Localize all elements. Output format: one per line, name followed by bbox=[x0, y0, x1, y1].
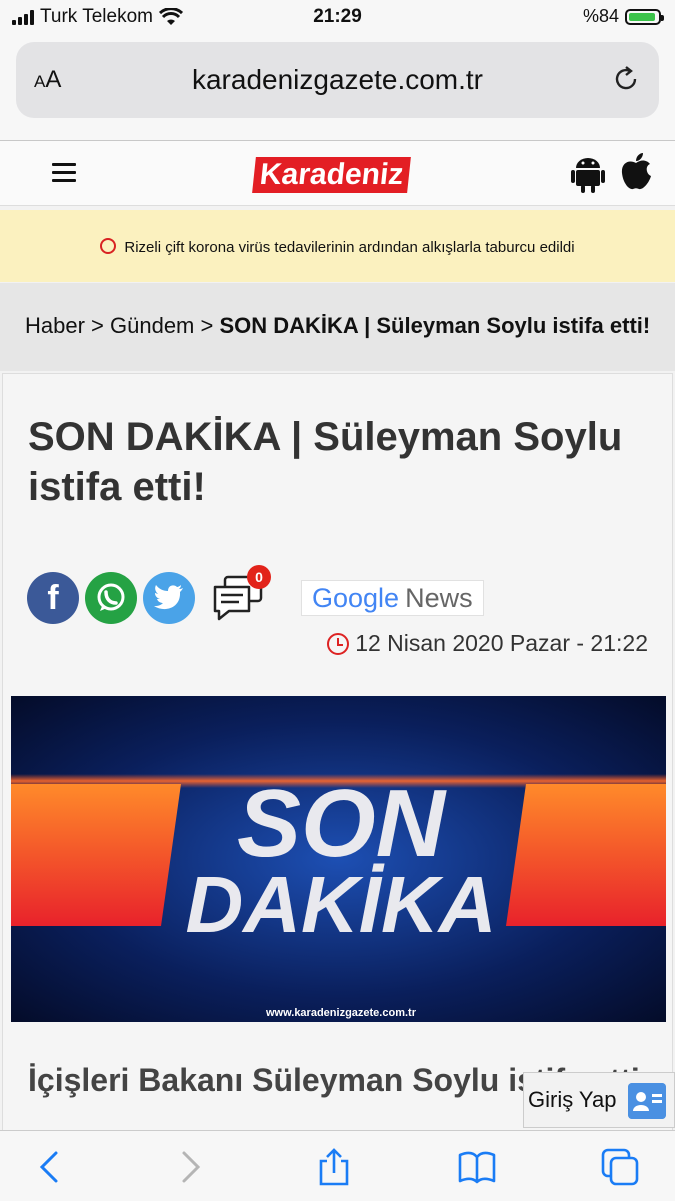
share-bar: f 0 Google News bbox=[27, 565, 484, 626]
hero-line-2: DAKİKA bbox=[185, 860, 496, 949]
site-logo[interactable]: Karadeniz bbox=[252, 157, 412, 193]
browser-chrome: AAAA karadenizgazete.com.tr bbox=[0, 36, 675, 141]
browser-toolbar bbox=[0, 1130, 675, 1201]
publish-date-text: 12 Nisan 2020 Pazar - 21:22 bbox=[355, 630, 648, 656]
twitter-share-icon[interactable] bbox=[143, 572, 195, 624]
breadcrumb-gundem[interactable]: Gündem bbox=[110, 313, 194, 338]
hero-image[interactable]: SON DAKİKA www.karadenizgazete.com.tr bbox=[11, 696, 666, 1022]
breadcrumb: Haber > Gündem > SON DAKİKA | Süleyman S… bbox=[0, 283, 675, 371]
breadcrumb-haber[interactable]: Haber bbox=[25, 313, 85, 338]
whatsapp-share-icon[interactable] bbox=[85, 572, 137, 624]
login-label: Giriş Yap bbox=[528, 1087, 617, 1112]
url-text[interactable]: karadenizgazete.com.tr bbox=[16, 64, 659, 96]
clock-icon bbox=[327, 632, 350, 655]
battery-icon bbox=[625, 8, 664, 25]
address-bar[interactable]: AAAA karadenizgazete.com.tr bbox=[16, 42, 659, 118]
login-button[interactable]: Giriş Yap bbox=[523, 1072, 675, 1128]
breaking-news-ticker[interactable]: Rizeli çift korona virüs tedavilerinin a… bbox=[0, 210, 675, 282]
share-icon[interactable] bbox=[314, 1147, 354, 1187]
breadcrumb-separator: > bbox=[194, 313, 220, 338]
status-bar: Turk Telekom 21:29 %84 bbox=[0, 0, 675, 36]
apple-icon[interactable] bbox=[619, 151, 653, 191]
article-title: SON DAKİKA | Süleyman Soylu istifa etti! bbox=[28, 415, 623, 509]
battery-group: %84 bbox=[582, 6, 664, 27]
article-card: SON DAKİKA | Süleyman Soylu istifa etti!… bbox=[2, 373, 673, 1133]
breadcrumb-separator: > bbox=[84, 313, 110, 338]
bookmarks-icon[interactable] bbox=[457, 1147, 497, 1187]
google-news-suffix: News bbox=[405, 583, 473, 613]
clock-time: 21:29 bbox=[313, 6, 362, 27]
back-icon[interactable] bbox=[30, 1147, 70, 1187]
google-news-button[interactable]: Google News bbox=[301, 580, 484, 616]
google-wordmark: Google bbox=[312, 583, 400, 613]
site-header: Karadeniz bbox=[0, 141, 675, 206]
hero-watermark: www.karadenizgazete.com.tr bbox=[265, 1007, 417, 1019]
publish-date: 12 Nisan 2020 Pazar - 21:22 bbox=[327, 630, 648, 657]
android-icon[interactable] bbox=[571, 153, 605, 193]
ticker-text[interactable]: Rizeli çift korona virüs tedavilerinin a… bbox=[124, 239, 574, 256]
user-card-icon bbox=[628, 1083, 666, 1119]
comment-count-badge: 0 bbox=[247, 565, 271, 589]
facebook-share-icon[interactable]: f bbox=[27, 572, 79, 624]
battery-percent: %84 bbox=[582, 6, 619, 26]
tabs-icon[interactable] bbox=[600, 1147, 640, 1187]
menu-icon[interactable] bbox=[52, 163, 76, 183]
breadcrumb-current: SON DAKİKA | Süleyman Soylu istifa etti! bbox=[219, 313, 651, 338]
reload-icon[interactable] bbox=[611, 64, 641, 94]
ticker-dot-icon bbox=[100, 238, 117, 254]
forward-icon[interactable] bbox=[170, 1147, 210, 1187]
comments-button[interactable]: 0 bbox=[211, 565, 271, 623]
